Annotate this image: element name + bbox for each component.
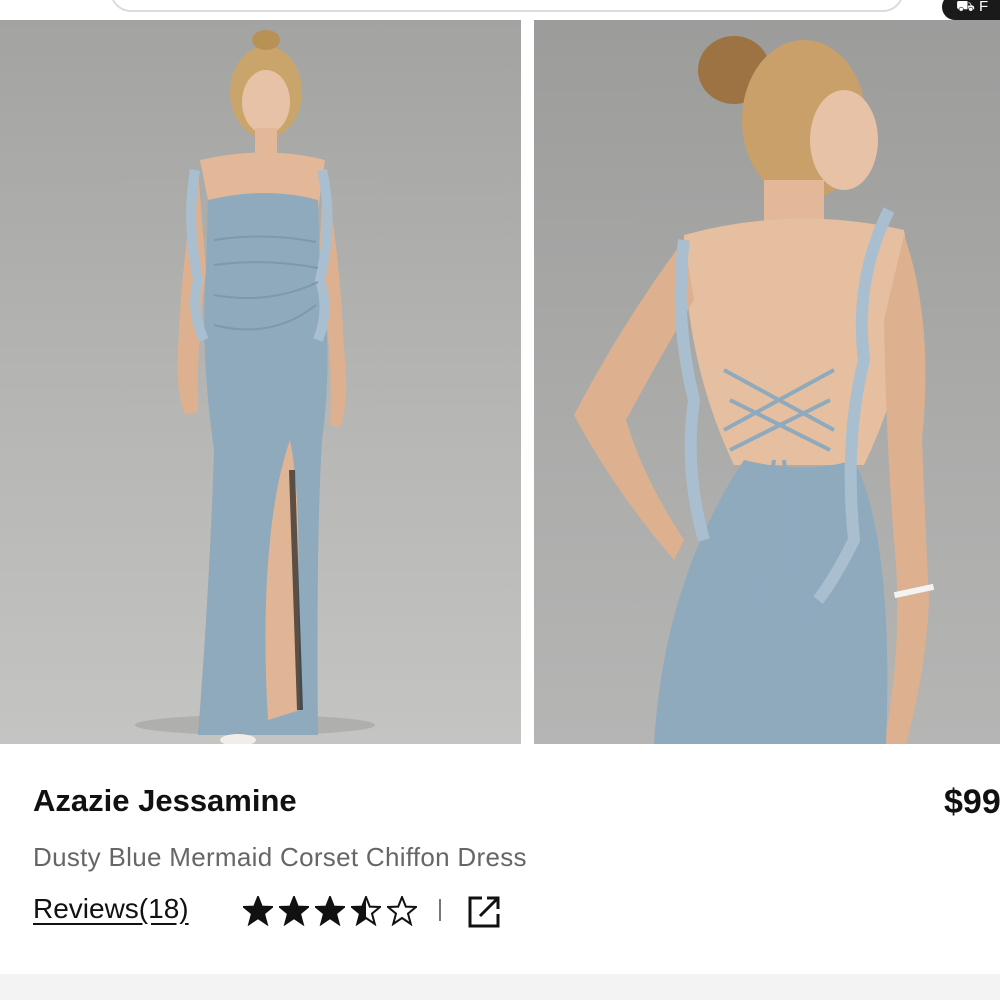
divider [439, 899, 441, 921]
back-dress-illustration [574, 36, 935, 744]
search-bar[interactable] [110, 0, 904, 12]
star-filled-icon [279, 896, 309, 926]
star-half-icon [351, 896, 381, 926]
product-gallery[interactable] [0, 20, 1000, 744]
share-icon[interactable] [466, 894, 502, 930]
product-price: $99 [944, 783, 1000, 821]
product-image-front[interactable] [0, 20, 521, 744]
front-dress-illustration [135, 30, 375, 744]
top-bar: ⛟ F [0, 0, 1000, 20]
reviews-link[interactable]: Reviews(18) [33, 893, 189, 925]
cart-badge[interactable]: ⛟ F [942, 0, 1000, 20]
product-brand: Azazie Jessamine [33, 783, 297, 818]
product-image-back[interactable] [534, 20, 1000, 744]
star-empty-icon [387, 896, 417, 926]
section-divider [0, 974, 1000, 1000]
star-filled-icon [315, 896, 345, 926]
product-name: Dusty Blue Mermaid Corset Chiffon Dress [33, 842, 527, 872]
star-filled-icon [243, 896, 273, 926]
